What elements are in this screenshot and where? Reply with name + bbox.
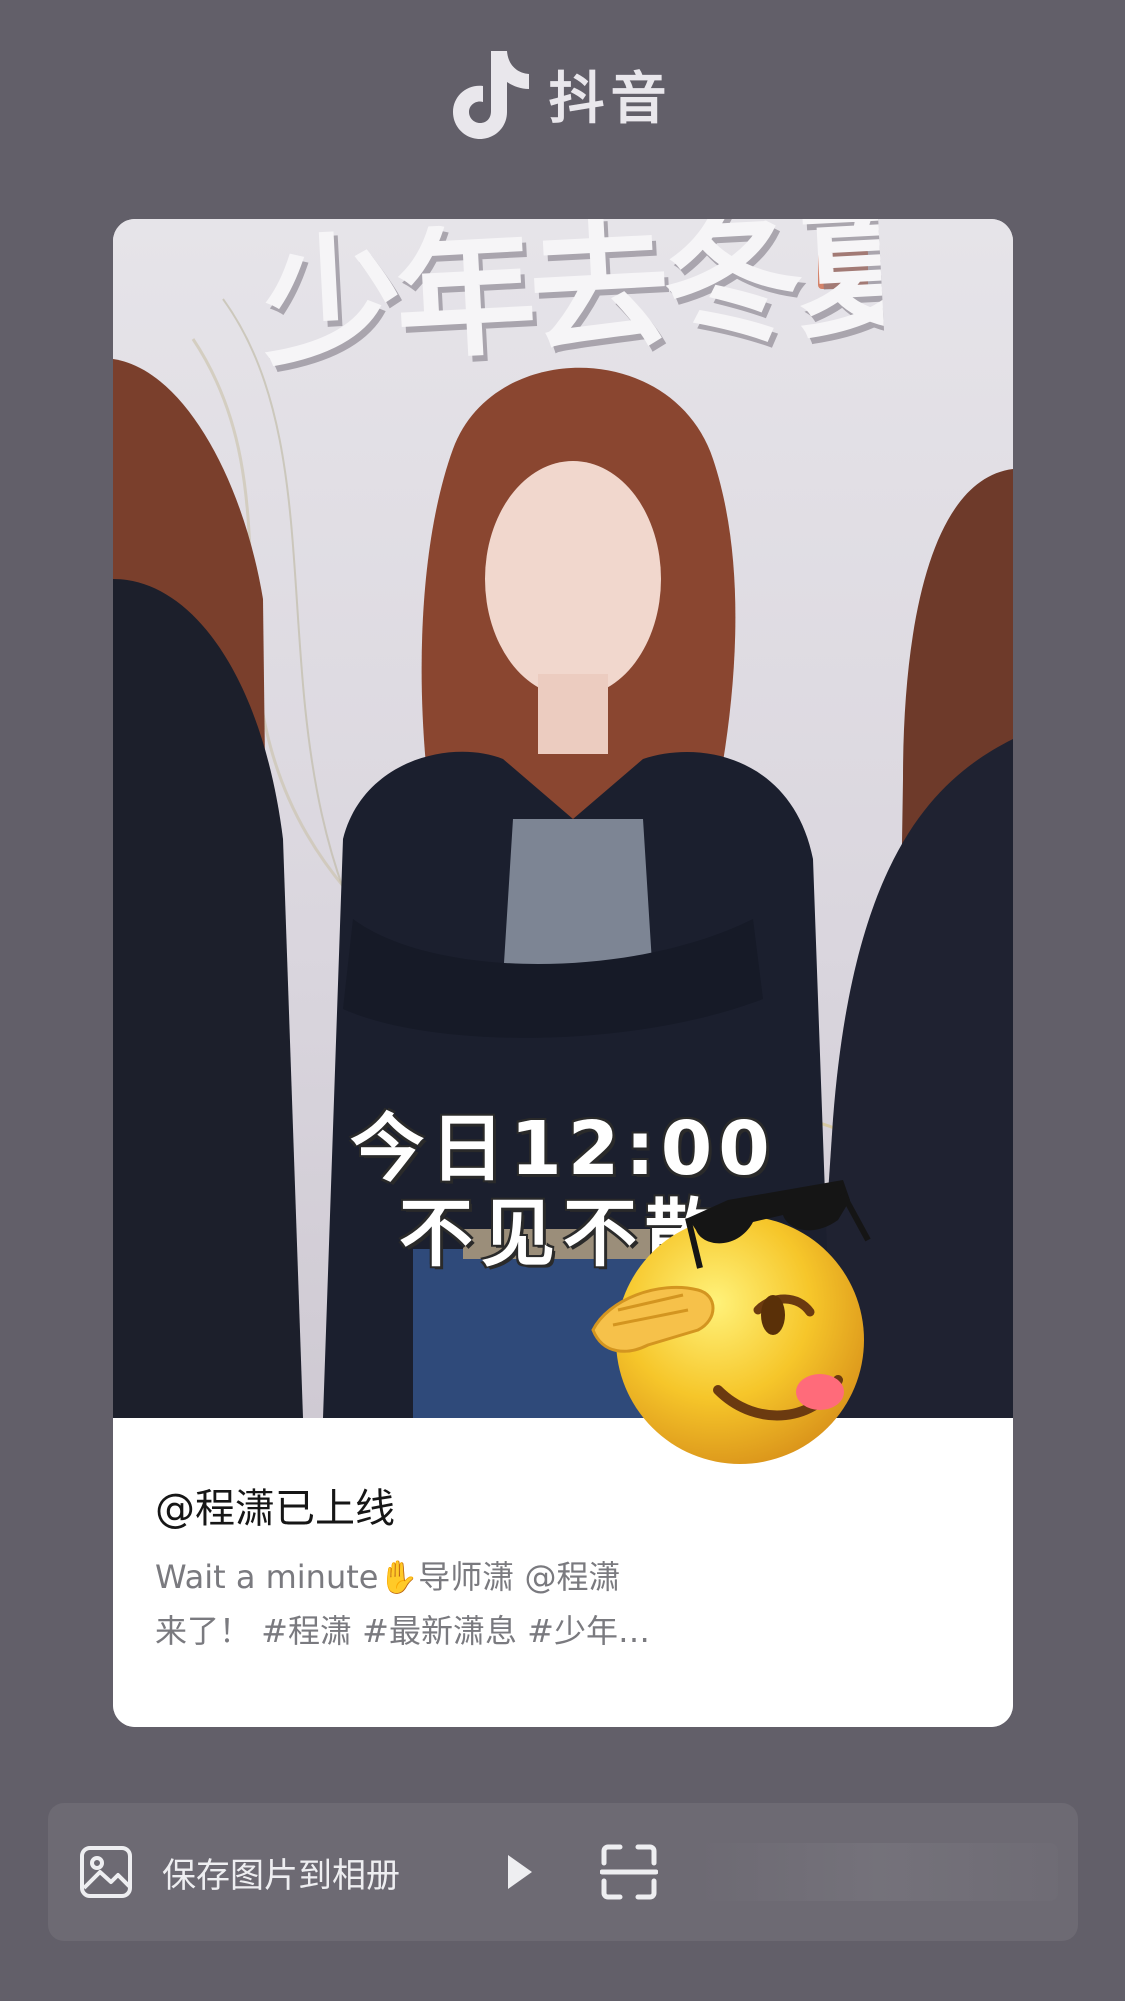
author-username[interactable]: @程潇已上线: [155, 1476, 395, 1534]
sunglasses-salute-emoji: [591, 1180, 871, 1464]
description-line: Wait a minute✋导师潇 @程潇: [155, 1558, 621, 1596]
description-line: 来了！ #程潇 #最新潇息 #少年…: [155, 1612, 650, 1650]
save-to-album-label: 保存图片到相册: [162, 1855, 400, 1896]
douyin-note-icon: [452, 51, 529, 139]
save-to-album-button[interactable]: 保存图片到相册: [78, 1803, 400, 1941]
share-card[interactable]: 少年去冬夏 今日12:00 不见不散 @程潇已上线 Wait a minute✋…: [113, 219, 1013, 1727]
poster-title: 少年去冬夏: [258, 219, 888, 388]
image-icon: [80, 1846, 132, 1898]
faint-bar-overlay: [698, 1843, 1058, 1901]
action-bar: 保存图片到相册: [48, 1803, 1078, 1941]
scan-icon[interactable]: [600, 1843, 658, 1901]
post-description: Wait a minute✋导师潇 @程潇 来了！ #程潇 #最新潇息 #少年…: [155, 1550, 695, 1658]
video-caption-text: 不见不散: [399, 1191, 727, 1277]
post-cover-image[interactable]: 少年去冬夏 今日12:00 不见不散: [113, 219, 1013, 1418]
app-header-logo: 抖音: [0, 44, 1125, 144]
post-info: @程潇已上线 Wait a minute✋导师潇 @程潇 来了！ #程潇 #最新…: [113, 1418, 1013, 1727]
app-name: 抖音: [548, 66, 673, 132]
play-triangle-icon[interactable]: [498, 1851, 538, 1893]
